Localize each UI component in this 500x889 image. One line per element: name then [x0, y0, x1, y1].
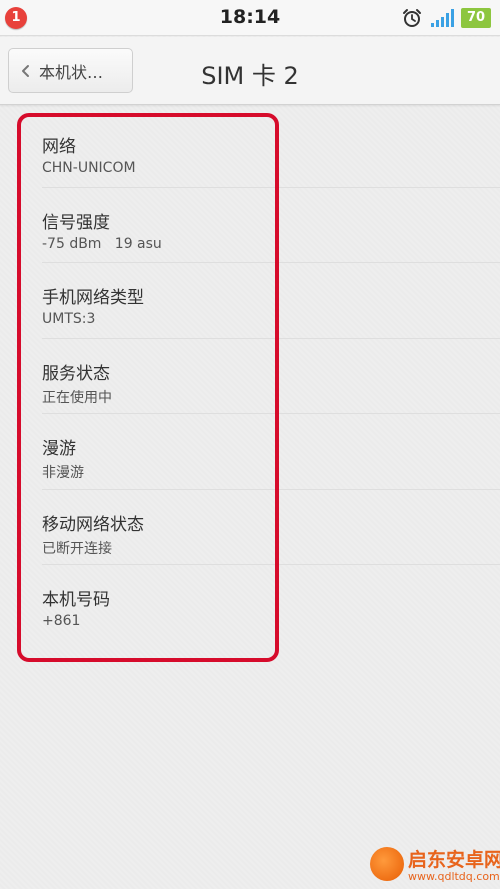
battery-indicator: 70	[461, 8, 491, 28]
clock: 18:14	[219, 6, 281, 28]
title-bar: 本机状… SIM 卡 2	[0, 37, 500, 105]
watermark-logo-icon	[370, 847, 404, 881]
screen: 1 18:14 70 本机状… SIM 卡 2 网络 CHN-UNICOM 信号…	[0, 0, 500, 889]
signal-icon	[431, 9, 454, 27]
status-bar: 1 18:14 70	[0, 0, 500, 36]
watermark-name: 启东安卓网	[408, 849, 500, 871]
alarm-clock-icon	[403, 9, 421, 27]
page-title: SIM 卡 2	[201, 62, 299, 90]
highlight-annotation-box	[17, 113, 279, 662]
watermark-url: www.qdltdq.com	[408, 870, 500, 883]
watermark: 启东安卓网 www.qdltdq.com	[370, 845, 500, 889]
